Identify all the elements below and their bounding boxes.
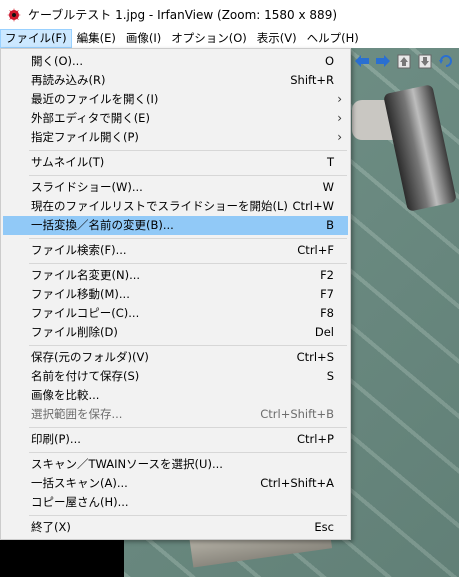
title-bar: ケーブルテスト 1.jpg - IrfanView (Zoom: 1580 x … xyxy=(0,0,459,29)
arrow-left-icon[interactable] xyxy=(353,52,371,70)
menu-item-rename-file[interactable]: ファイル名変更(N)... F2 xyxy=(3,266,348,285)
image-black-area xyxy=(0,540,124,577)
menu-options[interactable]: オプション(O) xyxy=(166,29,252,48)
menu-item-start-slideshow[interactable]: 現在のファイルリストでスライドショーを開始(L) Ctrl+W xyxy=(3,197,348,216)
menu-item-print[interactable]: 印刷(P)... Ctrl+P xyxy=(3,430,348,449)
page-down-icon[interactable] xyxy=(416,52,434,70)
menu-item-move-file[interactable]: ファイル移動(M)... F7 xyxy=(3,285,348,304)
menu-separator xyxy=(29,263,347,264)
rotate-icon[interactable] xyxy=(437,52,455,70)
menu-item-save-as[interactable]: 名前を付けて保存(S) S xyxy=(3,367,348,386)
menu-file[interactable]: ファイル(F) xyxy=(0,29,72,48)
menu-bar: ファイル(F) 編集(E) 画像(I) オプション(O) 表示(V) ヘルプ(H… xyxy=(0,29,459,48)
menu-separator xyxy=(29,150,347,151)
menu-item-open[interactable]: 開く(O)... O xyxy=(3,52,348,71)
menu-separator xyxy=(29,515,347,516)
menu-item-slideshow[interactable]: スライドショー(W)... W xyxy=(3,178,348,197)
window-title: ケーブルテスト 1.jpg - IrfanView (Zoom: 1580 x … xyxy=(28,8,338,22)
arrow-right-icon[interactable] xyxy=(374,52,392,70)
menu-item-delete-file[interactable]: ファイル削除(D) Del xyxy=(3,323,348,342)
chevron-right-icon: › xyxy=(337,92,342,106)
menu-item-reload[interactable]: 再読み込み(R) Shift+R xyxy=(3,71,348,90)
menu-item-recent-files[interactable]: 最近のファイルを開く(I) › xyxy=(3,90,348,109)
menu-separator xyxy=(29,452,347,453)
menu-item-thumbnails[interactable]: サムネイル(T) T xyxy=(3,153,348,172)
menu-item-batch-convert[interactable]: 一括変換／名前の変更(B)... B xyxy=(3,216,348,235)
image-cable xyxy=(383,84,457,212)
menu-separator xyxy=(29,175,347,176)
irfanview-app-icon[interactable] xyxy=(6,7,22,23)
menu-edit[interactable]: 編集(E) xyxy=(72,29,121,48)
page-up-icon[interactable] xyxy=(395,52,413,70)
menu-item-exit[interactable]: 終了(X) Esc xyxy=(3,518,348,537)
menu-item-batch-scan[interactable]: 一括スキャン(A)... Ctrl+Shift+A xyxy=(3,474,348,493)
menu-help[interactable]: ヘルプ(H) xyxy=(302,29,364,48)
menu-item-open-with-editor[interactable]: 外部エディタで開く(E) › xyxy=(3,109,348,128)
menu-item-save-selection: 選択範囲を保存... Ctrl+Shift+B xyxy=(31,407,334,421)
menu-item-compare-images[interactable]: 画像を比較... xyxy=(3,386,348,405)
menu-item-copy-shop[interactable]: コピー屋さん(H)... xyxy=(3,493,348,512)
chevron-right-icon: › xyxy=(337,111,342,125)
menu-image[interactable]: 画像(I) xyxy=(121,29,166,48)
menu-item-file-search[interactable]: ファイル検索(F)... Ctrl+F xyxy=(3,241,348,260)
menu-separator xyxy=(29,238,347,239)
toolbar xyxy=(353,52,455,70)
menu-item-select-twain-source[interactable]: スキャン／TWAINソースを選択(U)... xyxy=(3,455,348,474)
menu-item-open-specified[interactable]: 指定ファイル開く(P) › xyxy=(3,128,348,147)
menu-item-save[interactable]: 保存(元のフォルダ)(V) Ctrl+S xyxy=(3,348,348,367)
menu-item-copy-file[interactable]: ファイルコピー(C)... F8 xyxy=(3,304,348,323)
file-menu-dropdown: 開く(O)... O 再読み込み(R) Shift+R 最近のファイルを開く(I… xyxy=(0,48,351,540)
menu-view[interactable]: 表示(V) xyxy=(252,29,302,48)
chevron-right-icon: › xyxy=(337,130,342,144)
menu-separator xyxy=(29,427,347,428)
menu-separator xyxy=(29,345,347,346)
